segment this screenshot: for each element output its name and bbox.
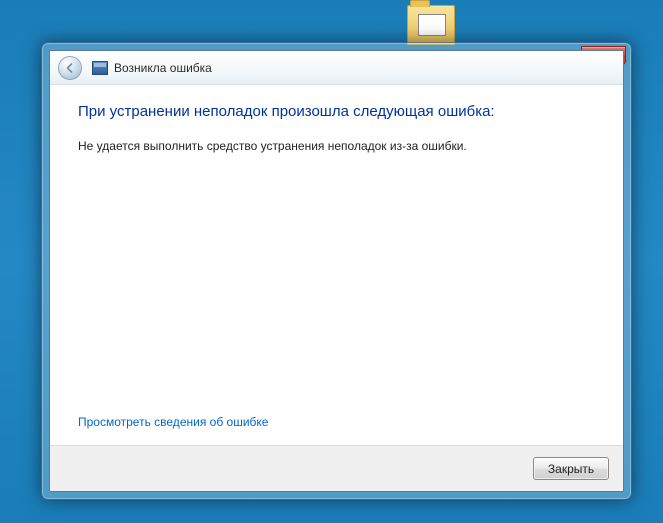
content-spacer [78,155,595,415]
troubleshooter-window: Возникла ошибка При устранении неполадок… [41,42,632,500]
error-heading: При устранении неполадок произошла следу… [78,103,595,120]
content-area: При устранении неполадок произошла следу… [50,85,623,445]
desktop-folder-icon[interactable] [407,5,455,45]
back-button[interactable] [58,56,82,80]
troubleshooter-icon [92,61,108,75]
error-details-link[interactable]: Просмотреть сведения об ошибке [78,415,595,429]
window-inner-frame: Возникла ошибка При устранении неполадок… [49,50,624,492]
arrow-left-icon [64,62,76,74]
folder-content-icon [418,14,446,36]
window-footer: Закрыть [50,445,623,491]
window-header: Возникла ошибка [50,51,623,85]
close-button[interactable]: Закрыть [533,457,609,480]
window-title: Возникла ошибка [114,61,212,75]
error-body-text: Не удается выполнить средство устранения… [78,138,595,155]
